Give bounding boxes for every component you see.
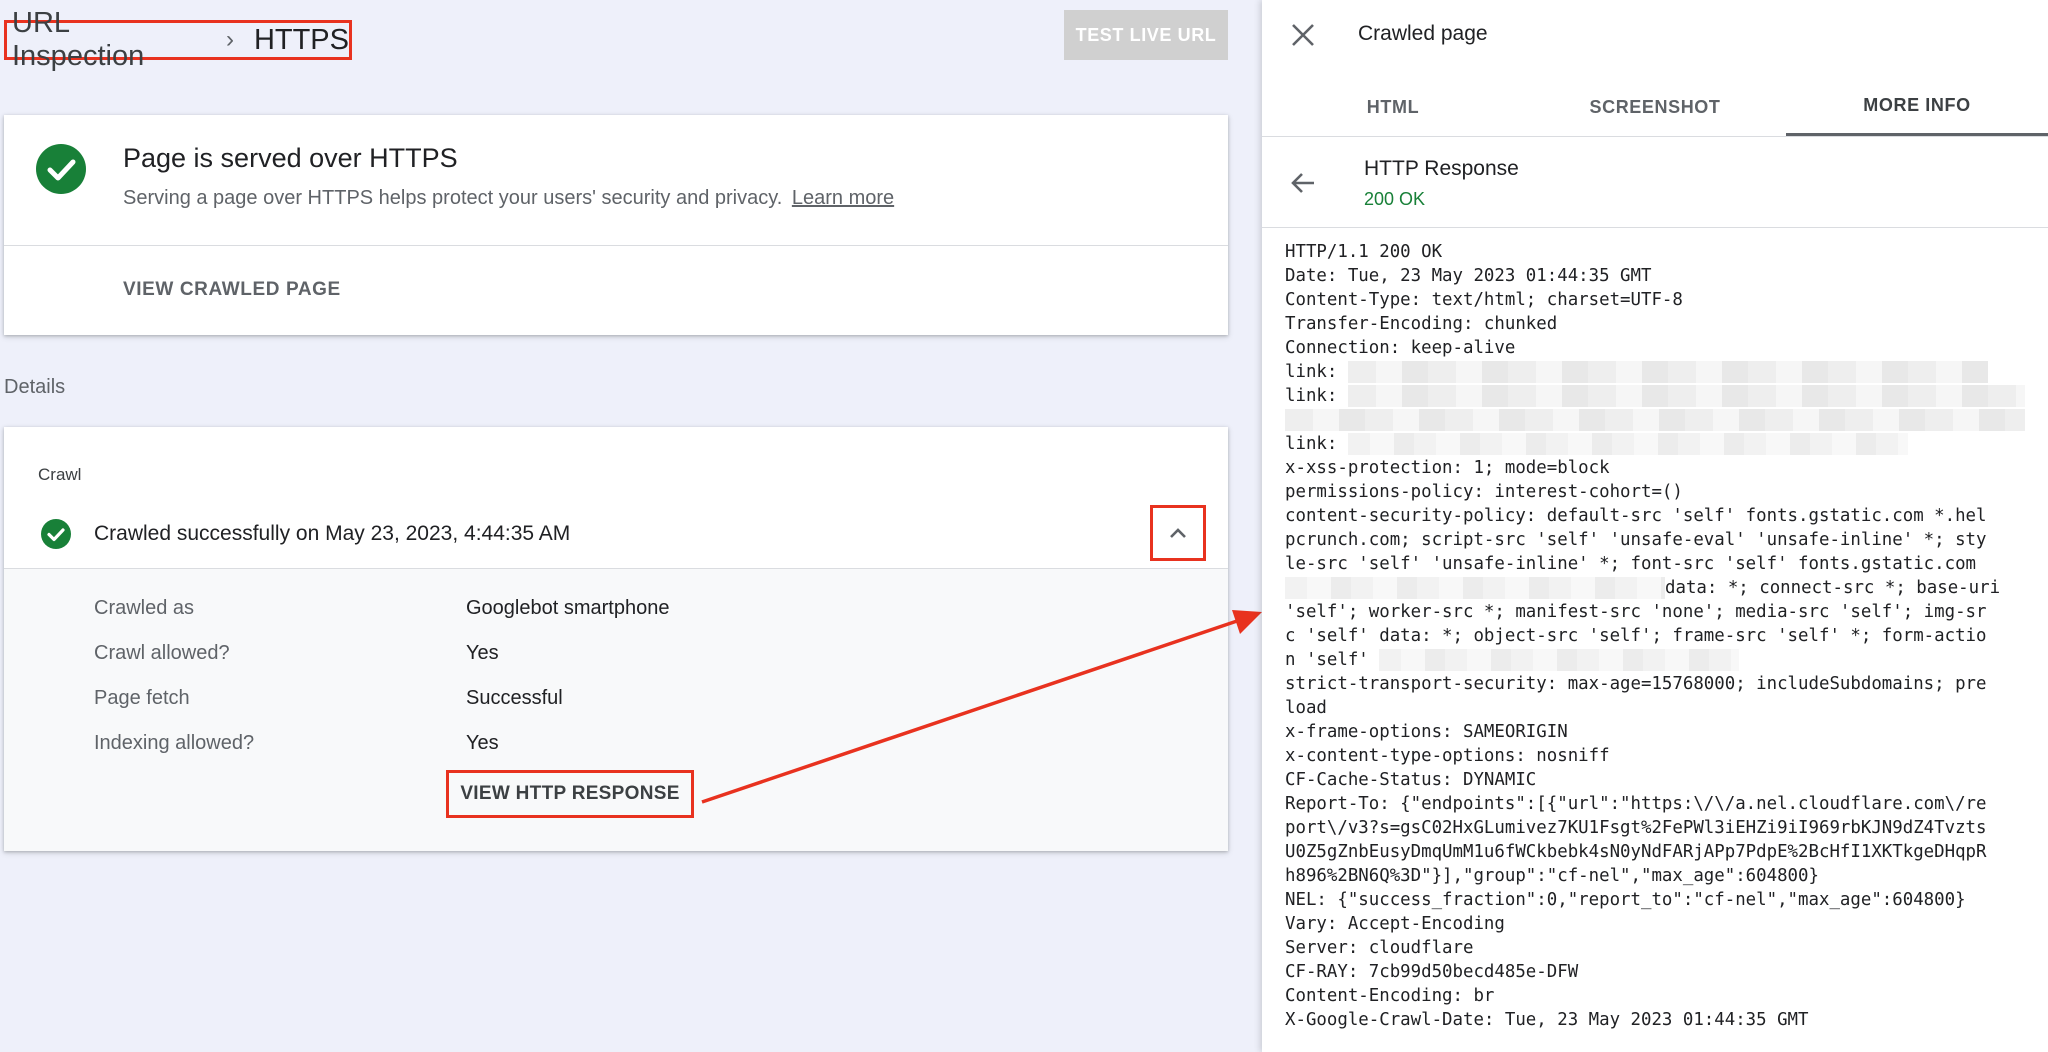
details-heading: Details bbox=[4, 376, 66, 398]
header-line: x-content-type-options: nosniff bbox=[1285, 746, 1610, 766]
header-line: 'self'; worker-src *; manifest-src 'none… bbox=[1285, 602, 1987, 622]
breadcrumb: URL Inspection › HTTPS bbox=[4, 7, 352, 72]
collapse-button[interactable] bbox=[1150, 505, 1206, 561]
http-status-code: 200 OK bbox=[1364, 189, 1426, 209]
header-line-text: link: bbox=[1285, 386, 1348, 406]
crawl-status-text: Crawled successfully on May 23, 2023, 4:… bbox=[94, 522, 571, 545]
tab-screenshot[interactable]: SCREENSHOT bbox=[1524, 78, 1786, 136]
crawl-section-label: Crawl bbox=[38, 465, 82, 484]
header-line-text: link: bbox=[1285, 434, 1348, 454]
view-crawled-page-button[interactable]: VIEW CRAWLED PAGE bbox=[123, 279, 341, 301]
header-line: link: bbox=[1285, 384, 2025, 408]
header-line: Content-Type: text/html; charset=UTF-8 bbox=[1285, 290, 1683, 310]
header-line bbox=[1285, 408, 2025, 432]
divider bbox=[4, 245, 1228, 246]
detail-value: Yes bbox=[466, 732, 499, 754]
header-line: le-src 'self' 'unsafe-inline' *; font-sr… bbox=[1285, 554, 1977, 574]
https-title: Page is served over HTTPS bbox=[123, 143, 458, 173]
redacted-text bbox=[1285, 577, 1665, 599]
header-line: x-xss-protection: 1; mode=block bbox=[1285, 458, 1610, 478]
header-line: n 'self' bbox=[1285, 648, 2025, 672]
header-line: NEL: {"success_fraction":0,"report_to":"… bbox=[1285, 890, 1966, 910]
header-line: Vary: Accept-Encoding bbox=[1285, 914, 1505, 934]
https-description-text: Serving a page over HTTPS helps protect … bbox=[123, 187, 783, 209]
header-line: Date: Tue, 23 May 2023 01:44:35 GMT bbox=[1285, 266, 1652, 286]
arrow-back-icon[interactable] bbox=[1288, 168, 1318, 198]
header-line: content-security-policy: default-src 'se… bbox=[1285, 506, 1987, 526]
check-circle-icon bbox=[41, 519, 71, 549]
header-line: load bbox=[1285, 698, 1327, 718]
detail-value: Yes bbox=[466, 642, 499, 664]
header-line: pcrunch.com; script-src 'self' 'unsafe-e… bbox=[1285, 530, 1987, 550]
http-response-headers: HTTP/1.1 200 OK Date: Tue, 23 May 2023 0… bbox=[1285, 240, 2025, 1032]
test-live-url-button[interactable]: TEST LIVE URL bbox=[1064, 10, 1228, 60]
header-line: Content-Encoding: br bbox=[1285, 986, 1495, 1006]
detail-key: Indexing allowed? bbox=[94, 732, 255, 754]
detail-value: Googlebot smartphone bbox=[466, 597, 670, 619]
view-http-response-button[interactable]: VIEW HTTP RESPONSE bbox=[446, 770, 694, 818]
https-description: Serving a page over HTTPS helps protect … bbox=[123, 187, 894, 210]
redacted-text bbox=[1347, 433, 1908, 455]
panel-tabs: HTML SCREENSHOT MORE INFO bbox=[1262, 78, 2048, 137]
divider bbox=[1262, 227, 2048, 228]
redacted-text bbox=[1347, 361, 1988, 383]
chevron-right-icon: › bbox=[225, 26, 234, 53]
tab-more-info[interactable]: MORE INFO bbox=[1786, 78, 2048, 136]
header-line: CF-Cache-Status: DYNAMIC bbox=[1285, 770, 1537, 790]
chevron-up-icon bbox=[1170, 528, 1186, 538]
breadcrumb-parent[interactable]: URL Inspection bbox=[12, 7, 204, 73]
header-line: c 'self' data: *; object-src 'self'; fra… bbox=[1285, 626, 1987, 646]
header-line-text: data: *; connect-src *; base-uri bbox=[1665, 578, 2001, 598]
check-circle-icon bbox=[36, 144, 86, 194]
detail-value: Successful bbox=[466, 687, 563, 709]
breadcrumb-current: HTTPS bbox=[253, 23, 349, 56]
redacted-text bbox=[1285, 409, 2025, 431]
header-line: Transfer-Encoding: chunked bbox=[1285, 314, 1558, 334]
crawled-page-panel: Crawled page HTML SCREENSHOT MORE INFO H… bbox=[1262, 0, 2048, 1052]
https-status-card: Page is served over HTTPS Serving a page… bbox=[4, 115, 1228, 335]
tab-html[interactable]: HTML bbox=[1262, 78, 1524, 136]
header-line-text: link: bbox=[1285, 362, 1348, 382]
header-line: Server: cloudflare bbox=[1285, 938, 1474, 958]
header-line: X-Google-Crawl-Date: Tue, 23 May 2023 01… bbox=[1285, 1010, 1809, 1030]
detail-key: Crawl allowed? bbox=[94, 642, 230, 664]
header-line: strict-transport-security: max-age=15768… bbox=[1285, 674, 1987, 694]
header-line: permissions-policy: interest-cohort=() bbox=[1285, 482, 1683, 502]
redacted-text bbox=[1347, 385, 2025, 407]
header-line: HTTP/1.1 200 OK bbox=[1285, 242, 1443, 262]
header-line: h896%2BN6Q%3D"}],"group":"cf-nel","max_a… bbox=[1285, 866, 1819, 886]
header-line-text: n 'self' bbox=[1285, 650, 1380, 670]
header-line: link: bbox=[1285, 360, 2025, 384]
header-line: CF-RAY: 7cb99d50becd485e-DFW bbox=[1285, 962, 1579, 982]
close-icon[interactable] bbox=[1288, 20, 1318, 50]
header-line: U0Z5gZnbEusyDmqUmM1u6fWCkbebk4sN0yNdFARj… bbox=[1285, 842, 1987, 862]
learn-more-link[interactable]: Learn more bbox=[792, 187, 894, 209]
redacted-text bbox=[1379, 649, 1740, 671]
header-line: Connection: keep-alive bbox=[1285, 338, 1516, 358]
header-line: link: bbox=[1285, 432, 2025, 456]
header-line: Report-To: {"endpoints":[{"url":"https:\… bbox=[1285, 794, 1987, 814]
header-line: port\/v3?s=gsC02HxGLumivez7KU1Fsgt%2FePW… bbox=[1285, 818, 1987, 838]
detail-key: Page fetch bbox=[94, 687, 190, 709]
http-response-title: HTTP Response bbox=[1364, 157, 1519, 180]
panel-title: Crawled page bbox=[1358, 22, 1488, 45]
detail-key: Crawled as bbox=[94, 597, 195, 619]
header-line: x-frame-options: SAMEORIGIN bbox=[1285, 722, 1568, 742]
header-line: data: *; connect-src *; base-uri bbox=[1285, 576, 2025, 600]
